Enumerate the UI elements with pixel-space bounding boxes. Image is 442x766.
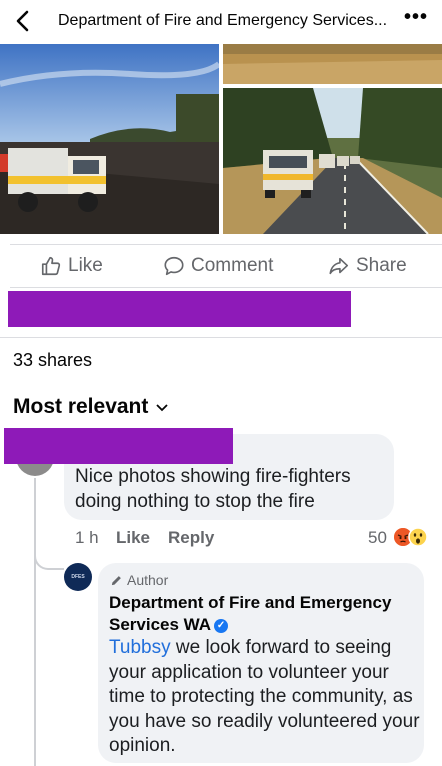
redaction-bar bbox=[4, 428, 233, 464]
shares-count[interactable]: 33 shares bbox=[13, 350, 92, 371]
divider bbox=[10, 287, 442, 288]
post-photo-grid[interactable] bbox=[0, 44, 442, 234]
thread-line bbox=[34, 478, 36, 766]
comment-sort-selector[interactable]: Most relevant bbox=[13, 395, 169, 419]
share-label: Share bbox=[356, 255, 407, 276]
comment-icon bbox=[164, 256, 184, 276]
back-button[interactable] bbox=[12, 9, 36, 33]
chevron-down-icon bbox=[156, 400, 169, 415]
comment-reply-button[interactable]: Reply bbox=[168, 528, 214, 548]
divider bbox=[10, 244, 442, 245]
page-avatar[interactable]: DFES bbox=[64, 563, 92, 591]
thread-connector bbox=[34, 546, 64, 570]
top-bar: Department of Fire and Emergency Service… bbox=[0, 0, 442, 44]
post-action-bar: Like Comment Share bbox=[0, 246, 442, 286]
reaction-count[interactable]: 50 bbox=[368, 528, 387, 548]
page-title: Department of Fire and Emergency Service… bbox=[58, 12, 388, 29]
comment-meta-row: 1 h Like Reply 50 bbox=[75, 526, 435, 550]
reaction-icons[interactable] bbox=[393, 526, 433, 548]
wow-reaction-icon bbox=[408, 527, 428, 547]
comment-time: 1 h bbox=[75, 528, 99, 547]
reply-text: Tubbsy we look forward to seeing your ap… bbox=[109, 636, 421, 759]
author-badge: Author bbox=[110, 572, 168, 588]
pencil-icon bbox=[111, 575, 121, 585]
share-button[interactable]: Share bbox=[328, 252, 407, 280]
reply-author-label: Department of Fire and Emergency Service… bbox=[109, 593, 392, 634]
comment-label: Comment bbox=[191, 255, 274, 276]
redaction-bar bbox=[8, 291, 351, 327]
verified-badge-icon: ✓ bbox=[214, 618, 229, 633]
more-options-button[interactable]: ••• bbox=[404, 6, 428, 29]
post-photo-dry-grass[interactable] bbox=[223, 44, 442, 84]
page-logo-icon: DFES bbox=[71, 574, 85, 580]
share-icon bbox=[329, 257, 349, 275]
comment-button[interactable]: Comment bbox=[163, 252, 273, 280]
like-button[interactable]: Like bbox=[40, 252, 103, 280]
comment-text: Nice photos showing fire-fighters doing … bbox=[75, 466, 351, 512]
post-photo-road-convoy[interactable] bbox=[223, 88, 442, 234]
sort-label: Most relevant bbox=[13, 395, 149, 418]
divider bbox=[0, 337, 442, 338]
mention-link[interactable]: Tubbsy bbox=[109, 637, 171, 658]
reply-author-name[interactable]: Department of Fire and Emergency Service… bbox=[109, 592, 419, 636]
post-photo-burnt-field[interactable] bbox=[0, 44, 219, 234]
comment-like-button[interactable]: Like bbox=[116, 528, 150, 548]
like-label: Like bbox=[68, 255, 103, 276]
thumbs-up-icon bbox=[41, 256, 61, 276]
author-badge-label: Author bbox=[127, 572, 169, 588]
chevron-left-icon bbox=[16, 10, 29, 32]
